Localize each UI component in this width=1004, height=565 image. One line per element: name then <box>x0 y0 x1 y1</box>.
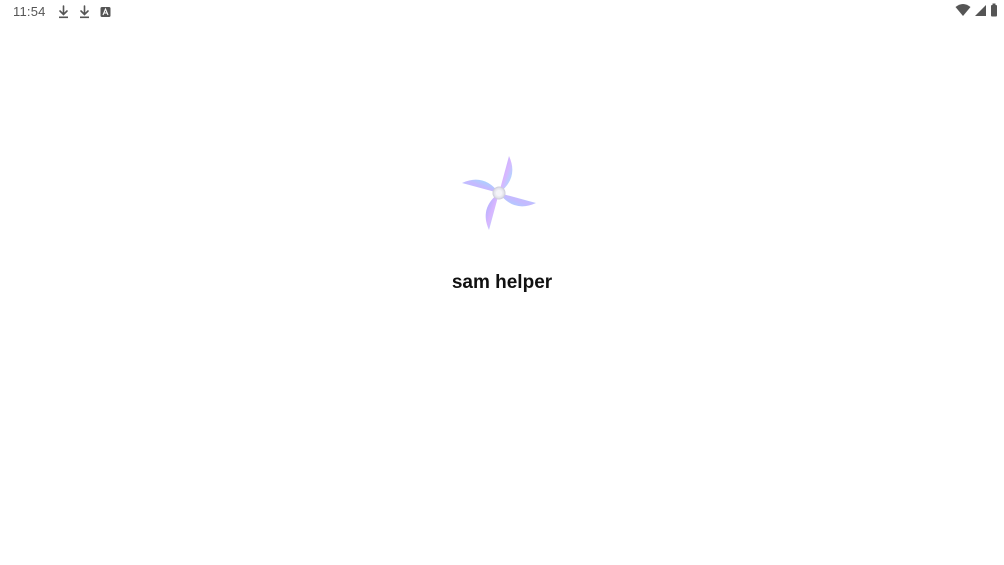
splash-screen: 11:54 sam helper <box>0 0 1004 565</box>
app-name: sam helper <box>451 272 553 293</box>
splash-content: sam helper <box>0 0 1004 565</box>
pinwheel-logo-icon <box>460 154 538 232</box>
corner-artifact <box>0 559 6 565</box>
